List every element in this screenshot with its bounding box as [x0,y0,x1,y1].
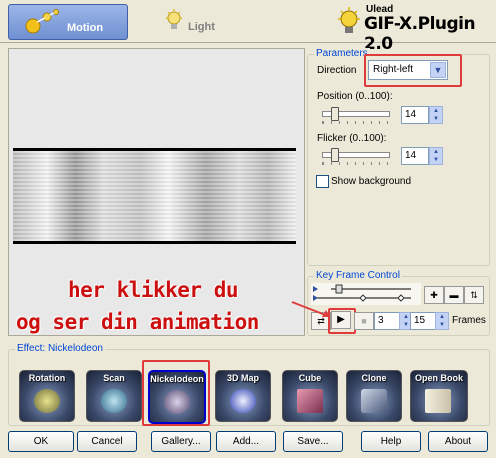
total-frames-input[interactable]: 15 [410,312,436,330]
remove-keyframe-icon[interactable]: ▬ [444,286,464,304]
cancel-button[interactable]: Cancel [77,431,137,452]
position-slider-thumb[interactable] [331,107,339,121]
ok-button[interactable]: OK [8,431,74,452]
chevron-down-icon[interactable]: ▼ [430,62,446,78]
tab-light[interactable]: Light [160,4,260,38]
tab-light-label: Light [188,21,215,33]
direction-label: Direction [317,65,357,76]
save-button[interactable]: Save... [283,431,343,452]
reverse-keyframe-icon[interactable]: ⇅ [464,286,484,304]
annotation-line-1: her klikker du [68,278,239,302]
brand-product: GIF-X.Plugin 2.0 [364,14,476,54]
spinner-down-icon[interactable]: ▼ [430,156,442,164]
effect-clone[interactable]: Clone [346,370,402,422]
frames-label: Frames [452,315,486,326]
effect-cube[interactable]: Cube [282,370,338,422]
effect-scan-label: Scan [103,373,125,383]
show-background-label: Show background [331,176,412,187]
3d-map-icon [230,389,256,413]
annotation-line-2: og ser din animation [16,310,259,334]
flicker-value: 14 [405,150,417,161]
scan-icon [101,389,127,413]
position-label: Position (0..100): [317,91,393,102]
clone-icon [361,389,387,413]
direction-value: Right-left [373,64,414,75]
effect-3d-map-label: 3D Map [226,373,259,383]
effect-clone-label: Clone [361,373,387,383]
flicker-slider-ticks [322,162,389,165]
flicker-spinner[interactable]: ▲ ▼ [429,147,443,165]
position-value: 14 [405,109,417,120]
annotation-text: her klikker du og ser din animation [16,278,310,338]
spinner-down-icon[interactable]: ▼ [430,115,442,123]
position-slider-ticks [322,121,389,124]
preview-image [13,148,296,244]
effect-nickelodeon-label: Nickelodeon [150,374,204,384]
effect-nickelodeon[interactable]: Nickelodeon [148,370,206,424]
effect-3d-map[interactable]: 3D Map [215,370,271,422]
flicker-label: Flicker (0..100): [317,133,387,144]
lightbulb-icon [166,9,182,29]
spinner-up-icon[interactable]: ▲ [436,313,448,321]
rotation-icon [34,389,60,413]
tab-motion-label: Motion [67,22,104,34]
total-frames-spinner[interactable]: ▲ ▼ [435,312,449,330]
add-keyframe-icon[interactable]: ✚ [424,286,444,304]
show-background-checkbox[interactable] [316,175,329,188]
effect-scan[interactable]: Scan [86,370,142,422]
effect-rotation[interactable]: Rotation [19,370,75,422]
flicker-input[interactable]: 14 [401,147,429,165]
current-frame-input[interactable]: 3 [374,312,400,330]
total-frames-value: 15 [414,315,426,326]
spinner-down-icon[interactable]: ▼ [436,321,448,329]
motion-icon [25,9,59,34]
position-input[interactable]: 14 [401,106,429,124]
effect-title: Effect: Nickelodeon [15,343,105,354]
tab-bar: Motion Light Ulead GIF-X.Plugin 2.0 [0,0,496,54]
gallery-button[interactable]: Gallery... [151,431,211,452]
effect-cube-label: Cube [298,373,322,383]
nickelodeon-icon [164,390,190,414]
effect-open-book[interactable]: Open Book [410,370,468,422]
annotation-arrow-icon [291,301,330,317]
flicker-slider-thumb[interactable] [331,148,339,162]
about-button[interactable]: About [428,431,488,452]
direction-dropdown[interactable]: Right-left ▼ [368,60,448,80]
stop-icon[interactable]: ■ [354,312,374,330]
key-frame-control-title: Key Frame Control [314,270,402,281]
add-button[interactable]: Add... [216,431,276,452]
effect-open-book-label: Open Book [414,373,463,383]
spinner-up-icon[interactable]: ▲ [430,107,442,115]
lightbulb-logo-icon [338,7,360,33]
tab-motion[interactable]: Motion [8,4,128,40]
spinner-up-icon[interactable]: ▲ [430,148,442,156]
current-frame-value: 3 [378,315,384,326]
position-spinner[interactable]: ▲ ▼ [429,106,443,124]
help-button[interactable]: Help [361,431,421,452]
cube-icon [297,389,323,413]
effect-rotation-label: Rotation [28,373,66,383]
parameters-title: Parameters [314,48,370,59]
brand-logo: Ulead GIF-X.Plugin 2.0 [328,4,488,54]
open-book-icon [425,389,451,413]
